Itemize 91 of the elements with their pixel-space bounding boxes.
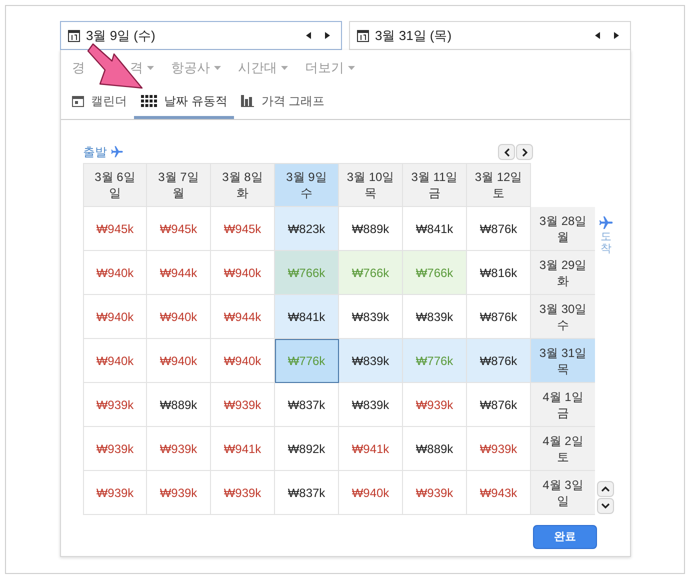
triangle-left-icon[interactable] (595, 32, 600, 39)
scroll-up-button[interactable] (597, 481, 614, 497)
price-cell[interactable]: ₩837k (275, 471, 339, 515)
price-cell[interactable]: ₩892k (275, 427, 339, 471)
date-value: 3월 9일 (수) (86, 26, 156, 45)
price-cell[interactable]: ₩939k (211, 471, 275, 515)
price-cell[interactable]: ₩940k (211, 339, 275, 383)
chevron-left-icon (504, 148, 510, 156)
row-header[interactable]: 3월 29일 화 (531, 251, 595, 295)
row-header[interactable]: 4월 2일 토 (531, 427, 595, 471)
chevron-right-icon (522, 148, 528, 156)
price-cell[interactable]: ₩940k (83, 295, 147, 339)
next-button[interactable] (516, 144, 533, 160)
price-cell[interactable]: ₩939k (83, 383, 147, 427)
column-header[interactable]: 3월 9일 수 (275, 163, 339, 207)
price-cell[interactable]: ₩944k (147, 251, 211, 295)
price-cell[interactable]: ₩944k (211, 295, 275, 339)
price-cell[interactable]: ₩823k (275, 207, 339, 251)
price-cell[interactable]: ₩939k (403, 471, 467, 515)
price-cell[interactable]: ₩943k (467, 471, 531, 515)
airplane-icon (598, 215, 614, 231)
row-header[interactable]: 4월 1일 금 (531, 383, 595, 427)
caret-icon (281, 66, 288, 70)
price-cell[interactable]: ₩945k (211, 207, 275, 251)
scroll-down-button[interactable] (597, 498, 614, 514)
bar-chart-icon (241, 95, 254, 107)
row-header[interactable]: 4월 3일 일 (531, 471, 595, 515)
price-cell[interactable]: ₩939k (403, 383, 467, 427)
airplane-icon (109, 145, 125, 159)
price-cell[interactable]: ₩889k (403, 427, 467, 471)
grid-icon (141, 95, 157, 107)
column-header[interactable]: 3월 11일 금 (403, 163, 467, 207)
date-field[interactable]: 3월 31일 (목) (349, 21, 631, 50)
column-header[interactable]: 3월 6일 일 (83, 163, 147, 207)
row-header[interactable]: 3월 31일 목 (531, 339, 595, 383)
caret-icon (214, 66, 221, 70)
price-cell[interactable]: ₩889k (147, 383, 211, 427)
column-header[interactable]: 3월 12일 토 (467, 163, 531, 207)
price-cell[interactable]: ₩837k (275, 383, 339, 427)
caret-icon (348, 66, 355, 70)
price-cell[interactable]: ₩841k (275, 295, 339, 339)
price-cell[interactable]: ₩941k (339, 427, 403, 471)
price-cell[interactable]: ₩876k (467, 383, 531, 427)
date-value: 3월 31일 (목) (375, 26, 453, 45)
price-cell[interactable]: ₩876k (467, 207, 531, 251)
view-tab[interactable]: 캘린더 (65, 86, 134, 119)
price-cell[interactable]: ₩940k (83, 251, 147, 295)
column-header[interactable]: 3월 7일 월 (147, 163, 211, 207)
price-cell[interactable]: ₩939k (467, 427, 531, 471)
price-cell[interactable]: ₩889k (339, 207, 403, 251)
price-cell[interactable]: ₩839k (339, 383, 403, 427)
price-cell[interactable]: ₩939k (147, 471, 211, 515)
price-cell[interactable]: ₩876k (467, 295, 531, 339)
calendar-icon (357, 30, 369, 42)
price-cell[interactable]: ₩939k (83, 427, 147, 471)
price-cell[interactable]: ₩945k (83, 207, 147, 251)
price-cell[interactable]: ₩839k (339, 295, 403, 339)
row-header[interactable]: 3월 28일 월 (531, 207, 595, 251)
row-header[interactable]: 3월 30일 수 (531, 295, 595, 339)
price-cell[interactable]: ₩939k (147, 427, 211, 471)
price-cell[interactable]: ₩816k (467, 251, 531, 295)
column-header[interactable]: 3월 10일 목 (339, 163, 403, 207)
chevron-down-icon (601, 503, 610, 509)
price-cell[interactable]: ₩940k (147, 295, 211, 339)
price-cell[interactable]: ₩939k (83, 471, 147, 515)
triangle-right-icon[interactable] (614, 32, 619, 39)
calendar-icon (68, 30, 80, 42)
price-cell[interactable]: ₩940k (339, 471, 403, 515)
date-field[interactable]: 3월 9일 (수) (60, 21, 342, 50)
price-cell[interactable]: ₩940k (83, 339, 147, 383)
price-cell[interactable]: ₩839k (403, 295, 467, 339)
pointer-arrow-drawing (87, 42, 145, 90)
caret-icon (147, 66, 154, 70)
price-cell[interactable]: ₩945k (147, 207, 211, 251)
chevron-up-icon (601, 486, 610, 492)
column-header[interactable]: 3월 8일 화 (211, 163, 275, 207)
view-tab[interactable]: 가격 그래프 (234, 86, 332, 119)
price-cell[interactable]: ₩841k (403, 207, 467, 251)
triangle-left-icon[interactable] (306, 32, 311, 39)
departure-label: 출발 (83, 144, 107, 161)
calendar-icon (72, 95, 84, 107)
price-cell[interactable]: ₩941k (211, 427, 275, 471)
arrival-label: 도착 (600, 231, 612, 256)
previous-button[interactable] (498, 144, 515, 160)
triangle-right-icon[interactable] (325, 32, 330, 39)
price-cell[interactable]: ₩876k (467, 339, 531, 383)
done-button[interactable]: 완료 (533, 525, 597, 549)
price-cell[interactable]: ₩940k (211, 251, 275, 295)
price-cell[interactable]: ₩939k (211, 383, 275, 427)
price-cell[interactable]: ₩839k (339, 339, 403, 383)
price-cell[interactable]: ₩940k (147, 339, 211, 383)
